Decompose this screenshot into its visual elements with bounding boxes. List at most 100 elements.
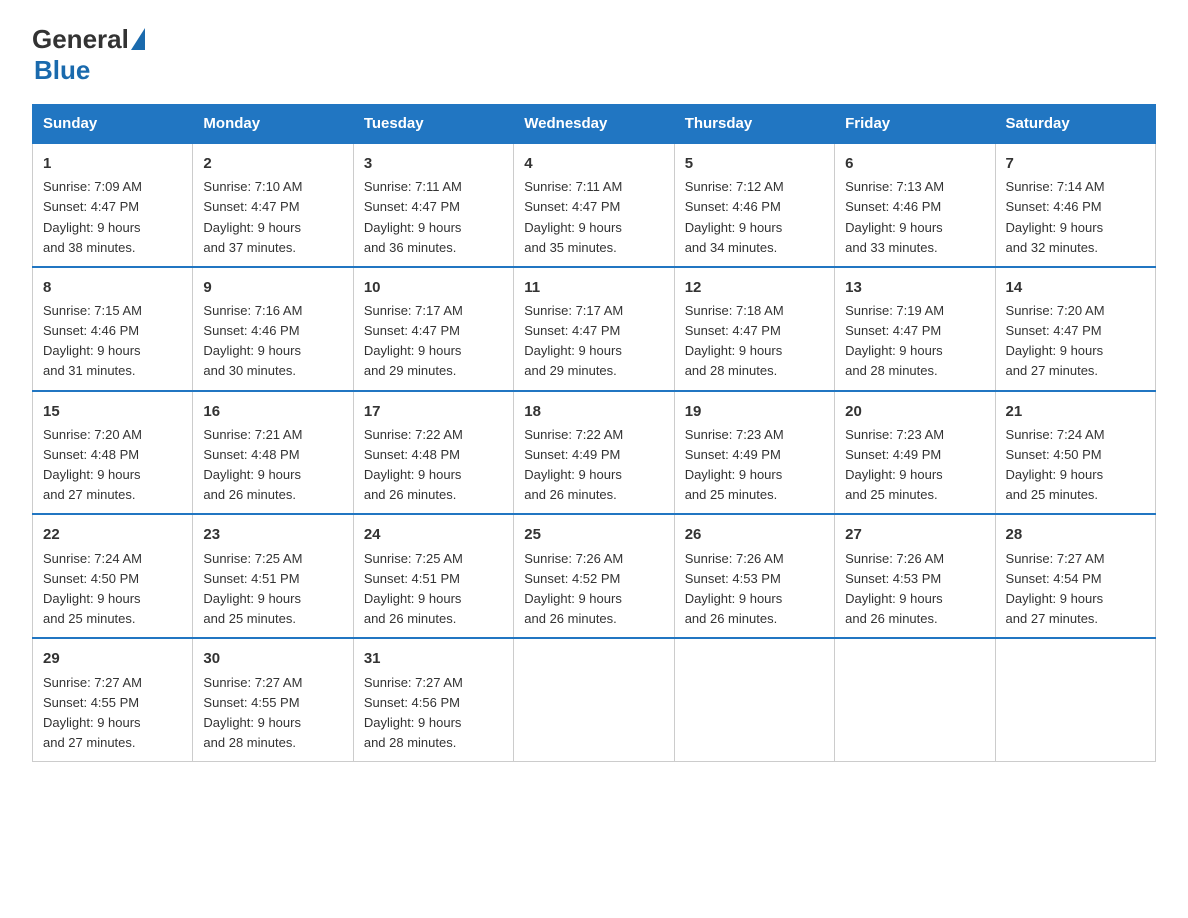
empty-cell bbox=[835, 638, 995, 761]
calendar-day-cell: 8 Sunrise: 7:15 AMSunset: 4:46 PMDayligh… bbox=[33, 267, 193, 391]
calendar-day-cell: 19 Sunrise: 7:23 AMSunset: 4:49 PMDaylig… bbox=[674, 391, 834, 515]
day-number: 20 bbox=[845, 400, 984, 423]
day-info: Sunrise: 7:23 AMSunset: 4:49 PMDaylight:… bbox=[685, 427, 784, 502]
day-number: 14 bbox=[1006, 276, 1145, 299]
day-info: Sunrise: 7:26 AMSunset: 4:53 PMDaylight:… bbox=[685, 551, 784, 626]
day-number: 29 bbox=[43, 647, 182, 670]
day-info: Sunrise: 7:27 AMSunset: 4:56 PMDaylight:… bbox=[364, 675, 463, 750]
day-info: Sunrise: 7:10 AMSunset: 4:47 PMDaylight:… bbox=[203, 179, 302, 254]
calendar-day-cell: 14 Sunrise: 7:20 AMSunset: 4:47 PMDaylig… bbox=[995, 267, 1155, 391]
day-info: Sunrise: 7:25 AMSunset: 4:51 PMDaylight:… bbox=[364, 551, 463, 626]
day-number: 11 bbox=[524, 276, 663, 299]
calendar-day-cell: 29 Sunrise: 7:27 AMSunset: 4:55 PMDaylig… bbox=[33, 638, 193, 761]
day-info: Sunrise: 7:20 AMSunset: 4:48 PMDaylight:… bbox=[43, 427, 142, 502]
calendar-day-cell: 25 Sunrise: 7:26 AMSunset: 4:52 PMDaylig… bbox=[514, 514, 674, 638]
calendar-day-cell: 23 Sunrise: 7:25 AMSunset: 4:51 PMDaylig… bbox=[193, 514, 353, 638]
logo: General Blue bbox=[32, 24, 145, 86]
day-info: Sunrise: 7:17 AMSunset: 4:47 PMDaylight:… bbox=[524, 303, 623, 378]
day-info: Sunrise: 7:11 AMSunset: 4:47 PMDaylight:… bbox=[364, 179, 462, 254]
calendar-day-cell: 20 Sunrise: 7:23 AMSunset: 4:49 PMDaylig… bbox=[835, 391, 995, 515]
calendar-day-cell: 16 Sunrise: 7:21 AMSunset: 4:48 PMDaylig… bbox=[193, 391, 353, 515]
day-info: Sunrise: 7:18 AMSunset: 4:47 PMDaylight:… bbox=[685, 303, 784, 378]
day-number: 6 bbox=[845, 152, 984, 175]
day-number: 17 bbox=[364, 400, 503, 423]
day-header-tuesday: Tuesday bbox=[353, 105, 513, 144]
calendar-day-cell: 17 Sunrise: 7:22 AMSunset: 4:48 PMDaylig… bbox=[353, 391, 513, 515]
calendar-day-cell: 24 Sunrise: 7:25 AMSunset: 4:51 PMDaylig… bbox=[353, 514, 513, 638]
day-header-wednesday: Wednesday bbox=[514, 105, 674, 144]
calendar-day-cell: 9 Sunrise: 7:16 AMSunset: 4:46 PMDayligh… bbox=[193, 267, 353, 391]
calendar-day-cell: 2 Sunrise: 7:10 AMSunset: 4:47 PMDayligh… bbox=[193, 143, 353, 267]
day-info: Sunrise: 7:27 AMSunset: 4:55 PMDaylight:… bbox=[43, 675, 142, 750]
calendar-day-cell: 30 Sunrise: 7:27 AMSunset: 4:55 PMDaylig… bbox=[193, 638, 353, 761]
day-info: Sunrise: 7:23 AMSunset: 4:49 PMDaylight:… bbox=[845, 427, 944, 502]
day-info: Sunrise: 7:22 AMSunset: 4:49 PMDaylight:… bbox=[524, 427, 623, 502]
day-number: 2 bbox=[203, 152, 342, 175]
day-info: Sunrise: 7:13 AMSunset: 4:46 PMDaylight:… bbox=[845, 179, 944, 254]
day-number: 13 bbox=[845, 276, 984, 299]
day-info: Sunrise: 7:20 AMSunset: 4:47 PMDaylight:… bbox=[1006, 303, 1105, 378]
calendar-week-row: 29 Sunrise: 7:27 AMSunset: 4:55 PMDaylig… bbox=[33, 638, 1156, 761]
day-info: Sunrise: 7:17 AMSunset: 4:47 PMDaylight:… bbox=[364, 303, 463, 378]
day-number: 24 bbox=[364, 523, 503, 546]
calendar-day-cell: 28 Sunrise: 7:27 AMSunset: 4:54 PMDaylig… bbox=[995, 514, 1155, 638]
calendar-table: SundayMondayTuesdayWednesdayThursdayFrid… bbox=[32, 104, 1156, 762]
day-header-sunday: Sunday bbox=[33, 105, 193, 144]
calendar-day-cell: 7 Sunrise: 7:14 AMSunset: 4:46 PMDayligh… bbox=[995, 143, 1155, 267]
day-info: Sunrise: 7:24 AMSunset: 4:50 PMDaylight:… bbox=[1006, 427, 1105, 502]
day-info: Sunrise: 7:26 AMSunset: 4:53 PMDaylight:… bbox=[845, 551, 944, 626]
day-number: 27 bbox=[845, 523, 984, 546]
day-number: 28 bbox=[1006, 523, 1145, 546]
day-info: Sunrise: 7:27 AMSunset: 4:54 PMDaylight:… bbox=[1006, 551, 1105, 626]
calendar-day-cell: 5 Sunrise: 7:12 AMSunset: 4:46 PMDayligh… bbox=[674, 143, 834, 267]
day-number: 9 bbox=[203, 276, 342, 299]
day-info: Sunrise: 7:27 AMSunset: 4:55 PMDaylight:… bbox=[203, 675, 302, 750]
day-number: 16 bbox=[203, 400, 342, 423]
day-number: 30 bbox=[203, 647, 342, 670]
empty-cell bbox=[995, 638, 1155, 761]
day-info: Sunrise: 7:15 AMSunset: 4:46 PMDaylight:… bbox=[43, 303, 142, 378]
day-number: 10 bbox=[364, 276, 503, 299]
empty-cell bbox=[514, 638, 674, 761]
day-header-monday: Monday bbox=[193, 105, 353, 144]
day-number: 25 bbox=[524, 523, 663, 546]
logo-blue-text: Blue bbox=[34, 55, 90, 85]
empty-cell bbox=[674, 638, 834, 761]
logo-triangle-icon bbox=[131, 28, 145, 50]
day-number: 26 bbox=[685, 523, 824, 546]
day-info: Sunrise: 7:22 AMSunset: 4:48 PMDaylight:… bbox=[364, 427, 463, 502]
calendar-day-cell: 21 Sunrise: 7:24 AMSunset: 4:50 PMDaylig… bbox=[995, 391, 1155, 515]
calendar-week-row: 15 Sunrise: 7:20 AMSunset: 4:48 PMDaylig… bbox=[33, 391, 1156, 515]
calendar-day-cell: 31 Sunrise: 7:27 AMSunset: 4:56 PMDaylig… bbox=[353, 638, 513, 761]
calendar-day-cell: 3 Sunrise: 7:11 AMSunset: 4:47 PMDayligh… bbox=[353, 143, 513, 267]
day-number: 7 bbox=[1006, 152, 1145, 175]
day-number: 15 bbox=[43, 400, 182, 423]
day-info: Sunrise: 7:25 AMSunset: 4:51 PMDaylight:… bbox=[203, 551, 302, 626]
calendar-day-cell: 4 Sunrise: 7:11 AMSunset: 4:47 PMDayligh… bbox=[514, 143, 674, 267]
calendar-day-cell: 10 Sunrise: 7:17 AMSunset: 4:47 PMDaylig… bbox=[353, 267, 513, 391]
day-info: Sunrise: 7:26 AMSunset: 4:52 PMDaylight:… bbox=[524, 551, 623, 626]
calendar-day-cell: 11 Sunrise: 7:17 AMSunset: 4:47 PMDaylig… bbox=[514, 267, 674, 391]
day-number: 18 bbox=[524, 400, 663, 423]
calendar-day-cell: 18 Sunrise: 7:22 AMSunset: 4:49 PMDaylig… bbox=[514, 391, 674, 515]
day-number: 22 bbox=[43, 523, 182, 546]
day-header-saturday: Saturday bbox=[995, 105, 1155, 144]
day-header-friday: Friday bbox=[835, 105, 995, 144]
day-info: Sunrise: 7:19 AMSunset: 4:47 PMDaylight:… bbox=[845, 303, 944, 378]
logo-general-text: General bbox=[32, 24, 129, 55]
day-info: Sunrise: 7:14 AMSunset: 4:46 PMDaylight:… bbox=[1006, 179, 1105, 254]
day-number: 3 bbox=[364, 152, 503, 175]
day-info: Sunrise: 7:21 AMSunset: 4:48 PMDaylight:… bbox=[203, 427, 302, 502]
calendar-day-cell: 27 Sunrise: 7:26 AMSunset: 4:53 PMDaylig… bbox=[835, 514, 995, 638]
day-number: 12 bbox=[685, 276, 824, 299]
day-number: 23 bbox=[203, 523, 342, 546]
calendar-day-cell: 12 Sunrise: 7:18 AMSunset: 4:47 PMDaylig… bbox=[674, 267, 834, 391]
day-number: 1 bbox=[43, 152, 182, 175]
day-number: 5 bbox=[685, 152, 824, 175]
day-number: 4 bbox=[524, 152, 663, 175]
calendar-day-cell: 22 Sunrise: 7:24 AMSunset: 4:50 PMDaylig… bbox=[33, 514, 193, 638]
calendar-day-cell: 15 Sunrise: 7:20 AMSunset: 4:48 PMDaylig… bbox=[33, 391, 193, 515]
day-number: 21 bbox=[1006, 400, 1145, 423]
day-number: 31 bbox=[364, 647, 503, 670]
calendar-day-cell: 6 Sunrise: 7:13 AMSunset: 4:46 PMDayligh… bbox=[835, 143, 995, 267]
